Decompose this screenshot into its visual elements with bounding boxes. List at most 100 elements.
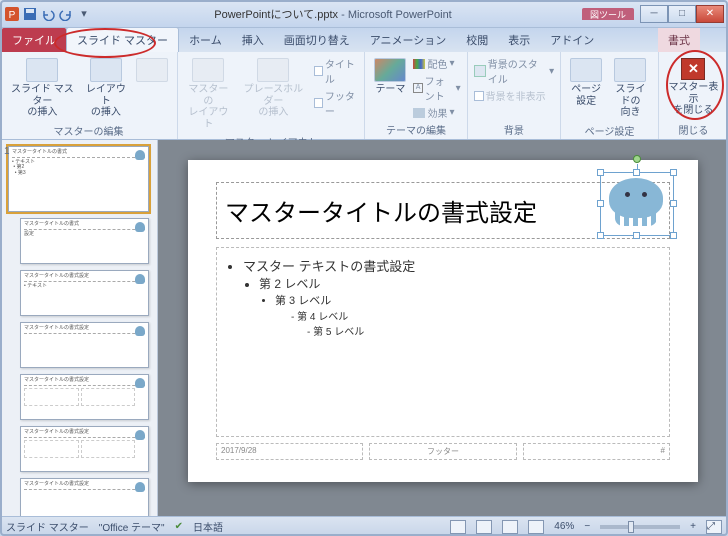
jellyfish-image[interactable] bbox=[604, 178, 668, 232]
title-bar: P ▾ PowerPointについて.pptx - Microsoft Powe… bbox=[0, 0, 728, 28]
date-placeholder[interactable]: 2017/9/28 bbox=[216, 443, 363, 460]
close-master-icon: ✕ bbox=[681, 58, 705, 80]
layout-icon bbox=[90, 58, 122, 82]
page-setup-button[interactable]: ページ 設定 bbox=[567, 56, 605, 109]
colors-button[interactable]: 配色 ▾ bbox=[413, 56, 460, 71]
close-button[interactable]: ✕ bbox=[696, 5, 724, 23]
fit-window-button[interactable]: ⤢ bbox=[706, 520, 722, 534]
bg-style-icon bbox=[474, 65, 486, 77]
zoom-slider[interactable] bbox=[600, 525, 680, 529]
master-layout-label: マスターの レイアウト bbox=[187, 84, 230, 130]
fonts-icon: A bbox=[413, 83, 422, 93]
bg-style-button[interactable]: 背景のスタイル ▾ bbox=[474, 56, 555, 86]
effects-button[interactable]: 効果 ▾ bbox=[413, 105, 460, 120]
body-placeholder[interactable]: マスター テキストの書式設定 第 2 レベル 第 3 レベル 第 4 レベル 第… bbox=[216, 247, 670, 437]
group-theme-edit-label: テーマの編集 bbox=[386, 122, 446, 137]
group-page-setup: ページ 設定 スライドの 向き ページ設定 bbox=[561, 52, 659, 139]
thumb-layout[interactable]: マスタータイトルの書式設定• テキスト bbox=[2, 268, 155, 320]
tools-group-label: 図ツール bbox=[590, 11, 626, 20]
footer-checkbox-label: フッター bbox=[325, 88, 359, 118]
svg-text:P: P bbox=[9, 10, 16, 21]
page-setup-label: ページ 設定 bbox=[571, 84, 601, 107]
master-layout-icon bbox=[192, 58, 224, 82]
group-master-layout: マスターの レイアウト プレースホルダー の挿入 タイトル フッター マスター … bbox=[178, 52, 365, 139]
tab-format[interactable]: 書式 bbox=[658, 28, 700, 52]
contextual-tab-group: 図ツール bbox=[582, 8, 634, 20]
group-close: ✕ マスター表示 を閉じる 閉じる bbox=[659, 52, 728, 139]
page-setup-icon bbox=[570, 58, 602, 82]
thumb-layout[interactable]: マスタータイトルの書式設定 bbox=[2, 476, 155, 516]
tab-transitions[interactable]: 画面切り替え bbox=[274, 28, 360, 52]
thumb-layout[interactable]: マスタータイトルの書式設定 bbox=[2, 372, 155, 424]
thumb-layout[interactable]: マスタータイトルの書式設定 bbox=[2, 320, 155, 372]
title-checkbox: タイトル bbox=[314, 56, 358, 86]
orientation-button[interactable]: スライドの 向き bbox=[609, 56, 652, 121]
tab-review[interactable]: 校閲 bbox=[456, 28, 498, 52]
group-close-label: 閉じる bbox=[678, 122, 708, 137]
reading-view-button[interactable] bbox=[502, 520, 518, 534]
document-name: PowerPointについて.pptx bbox=[214, 9, 338, 21]
thumb-layout[interactable]: マスタータイトルの書式設定 bbox=[2, 216, 155, 268]
hide-bg-label: 背景を非表示 bbox=[486, 88, 546, 103]
status-language[interactable]: 日本語 bbox=[193, 519, 223, 534]
qat-dropdown-icon[interactable]: ▾ bbox=[76, 6, 92, 22]
tab-file[interactable]: ファイル bbox=[2, 28, 66, 52]
group-master-edit: スライド マスター の挿入 レイアウト の挿入 マスターの編集 bbox=[0, 52, 178, 139]
undo-icon[interactable] bbox=[40, 6, 56, 22]
body-level1: マスター テキストの書式設定 bbox=[243, 259, 415, 274]
zoom-out-button[interactable]: − bbox=[584, 521, 590, 532]
slideshow-view-button[interactable] bbox=[528, 520, 544, 534]
redo-icon[interactable] bbox=[58, 6, 74, 22]
ribbon-tabs: ファイル スライド マスター ホーム 挿入 画面切り替え アニメーション 校閲 … bbox=[0, 28, 728, 52]
master-layout-button: マスターの レイアウト bbox=[184, 56, 233, 132]
sorter-view-button[interactable] bbox=[476, 520, 492, 534]
maximize-button[interactable]: □ bbox=[668, 5, 696, 23]
tab-slide-master[interactable]: スライド マスター bbox=[66, 27, 179, 52]
footer-placeholder[interactable]: フッター bbox=[369, 443, 516, 460]
fonts-label: フォント bbox=[425, 73, 454, 103]
tab-view[interactable]: 表示 bbox=[498, 28, 540, 52]
spellcheck-icon[interactable]: ✔ bbox=[175, 521, 183, 532]
save-icon[interactable] bbox=[22, 6, 38, 22]
thumbnail-pane[interactable]: 1 マスタータイトルの書式• テキスト • 第2 • 第3 マスタータイトルの書… bbox=[0, 140, 158, 516]
themes-button[interactable]: テーマ bbox=[371, 56, 409, 98]
hide-bg-checkbox: 背景を非表示 bbox=[474, 88, 555, 103]
footer-checkbox: フッター bbox=[314, 88, 358, 118]
group-page-setup-label: ページ設定 bbox=[585, 123, 635, 138]
delete-icon bbox=[136, 58, 168, 82]
group-master-edit-label: マスターの編集 bbox=[54, 123, 124, 138]
orientation-label: スライドの 向き bbox=[612, 84, 649, 119]
thumb-layout[interactable]: マスタータイトルの書式設定 bbox=[2, 424, 155, 476]
group-theme-edit: テーマ 配色 ▾ Aフォント ▾ 効果 ▾ テーマの編集 bbox=[365, 52, 467, 139]
normal-view-button[interactable] bbox=[450, 520, 466, 534]
tab-animations[interactable]: アニメーション bbox=[360, 28, 457, 52]
insert-slide-master-button[interactable]: スライド マスター の挿入 bbox=[6, 56, 79, 121]
close-master-label: マスター表示 を閉じる bbox=[668, 82, 719, 117]
app-icon: P bbox=[4, 6, 20, 22]
footer-placeholders: 2017/9/28 フッター # bbox=[216, 443, 670, 460]
tab-home[interactable]: ホーム bbox=[179, 28, 232, 52]
workspace: 1 マスタータイトルの書式• テキスト • 第2 • 第3 マスタータイトルの書… bbox=[0, 140, 728, 516]
insert-layout-button[interactable]: レイアウト の挿入 bbox=[83, 56, 129, 121]
insert-layout-label: レイアウト の挿入 bbox=[86, 84, 126, 119]
tab-insert[interactable]: 挿入 bbox=[232, 28, 274, 52]
effects-icon bbox=[413, 108, 425, 118]
app-name: Microsoft PowerPoint bbox=[348, 9, 452, 21]
status-bar: スライド マスター "Office テーマ" ✔ 日本語 46% − + ⤢ bbox=[0, 516, 728, 536]
slidenum-placeholder[interactable]: # bbox=[523, 443, 670, 460]
slide-editor[interactable]: マスタータイトルの書式設定 マスター テキストの書式設定 第 2 レベル 第 3… bbox=[158, 140, 728, 516]
themes-label: テーマ bbox=[375, 84, 405, 96]
insert-placeholder-label: プレースホルダー の挿入 bbox=[240, 84, 308, 119]
tab-addins[interactable]: アドイン bbox=[540, 28, 604, 52]
rotate-handle[interactable] bbox=[633, 155, 641, 163]
fonts-button[interactable]: Aフォント ▾ bbox=[413, 73, 460, 103]
ribbon: スライド マスター の挿入 レイアウト の挿入 マスターの編集 マスターの レイ… bbox=[0, 52, 728, 140]
close-master-view-button[interactable]: ✕ マスター表示 を閉じる bbox=[665, 56, 722, 119]
thumb-master[interactable]: 1 マスタータイトルの書式• テキスト • 第2 • 第3 bbox=[2, 144, 155, 216]
body-level2: 第 2 レベル bbox=[259, 277, 320, 291]
quick-access-toolbar: P ▾ bbox=[4, 6, 92, 22]
minimize-button[interactable]: ─ bbox=[640, 5, 668, 23]
zoom-in-button[interactable]: + bbox=[690, 521, 696, 532]
slide-master-icon bbox=[26, 58, 58, 82]
zoom-level[interactable]: 46% bbox=[554, 521, 574, 532]
